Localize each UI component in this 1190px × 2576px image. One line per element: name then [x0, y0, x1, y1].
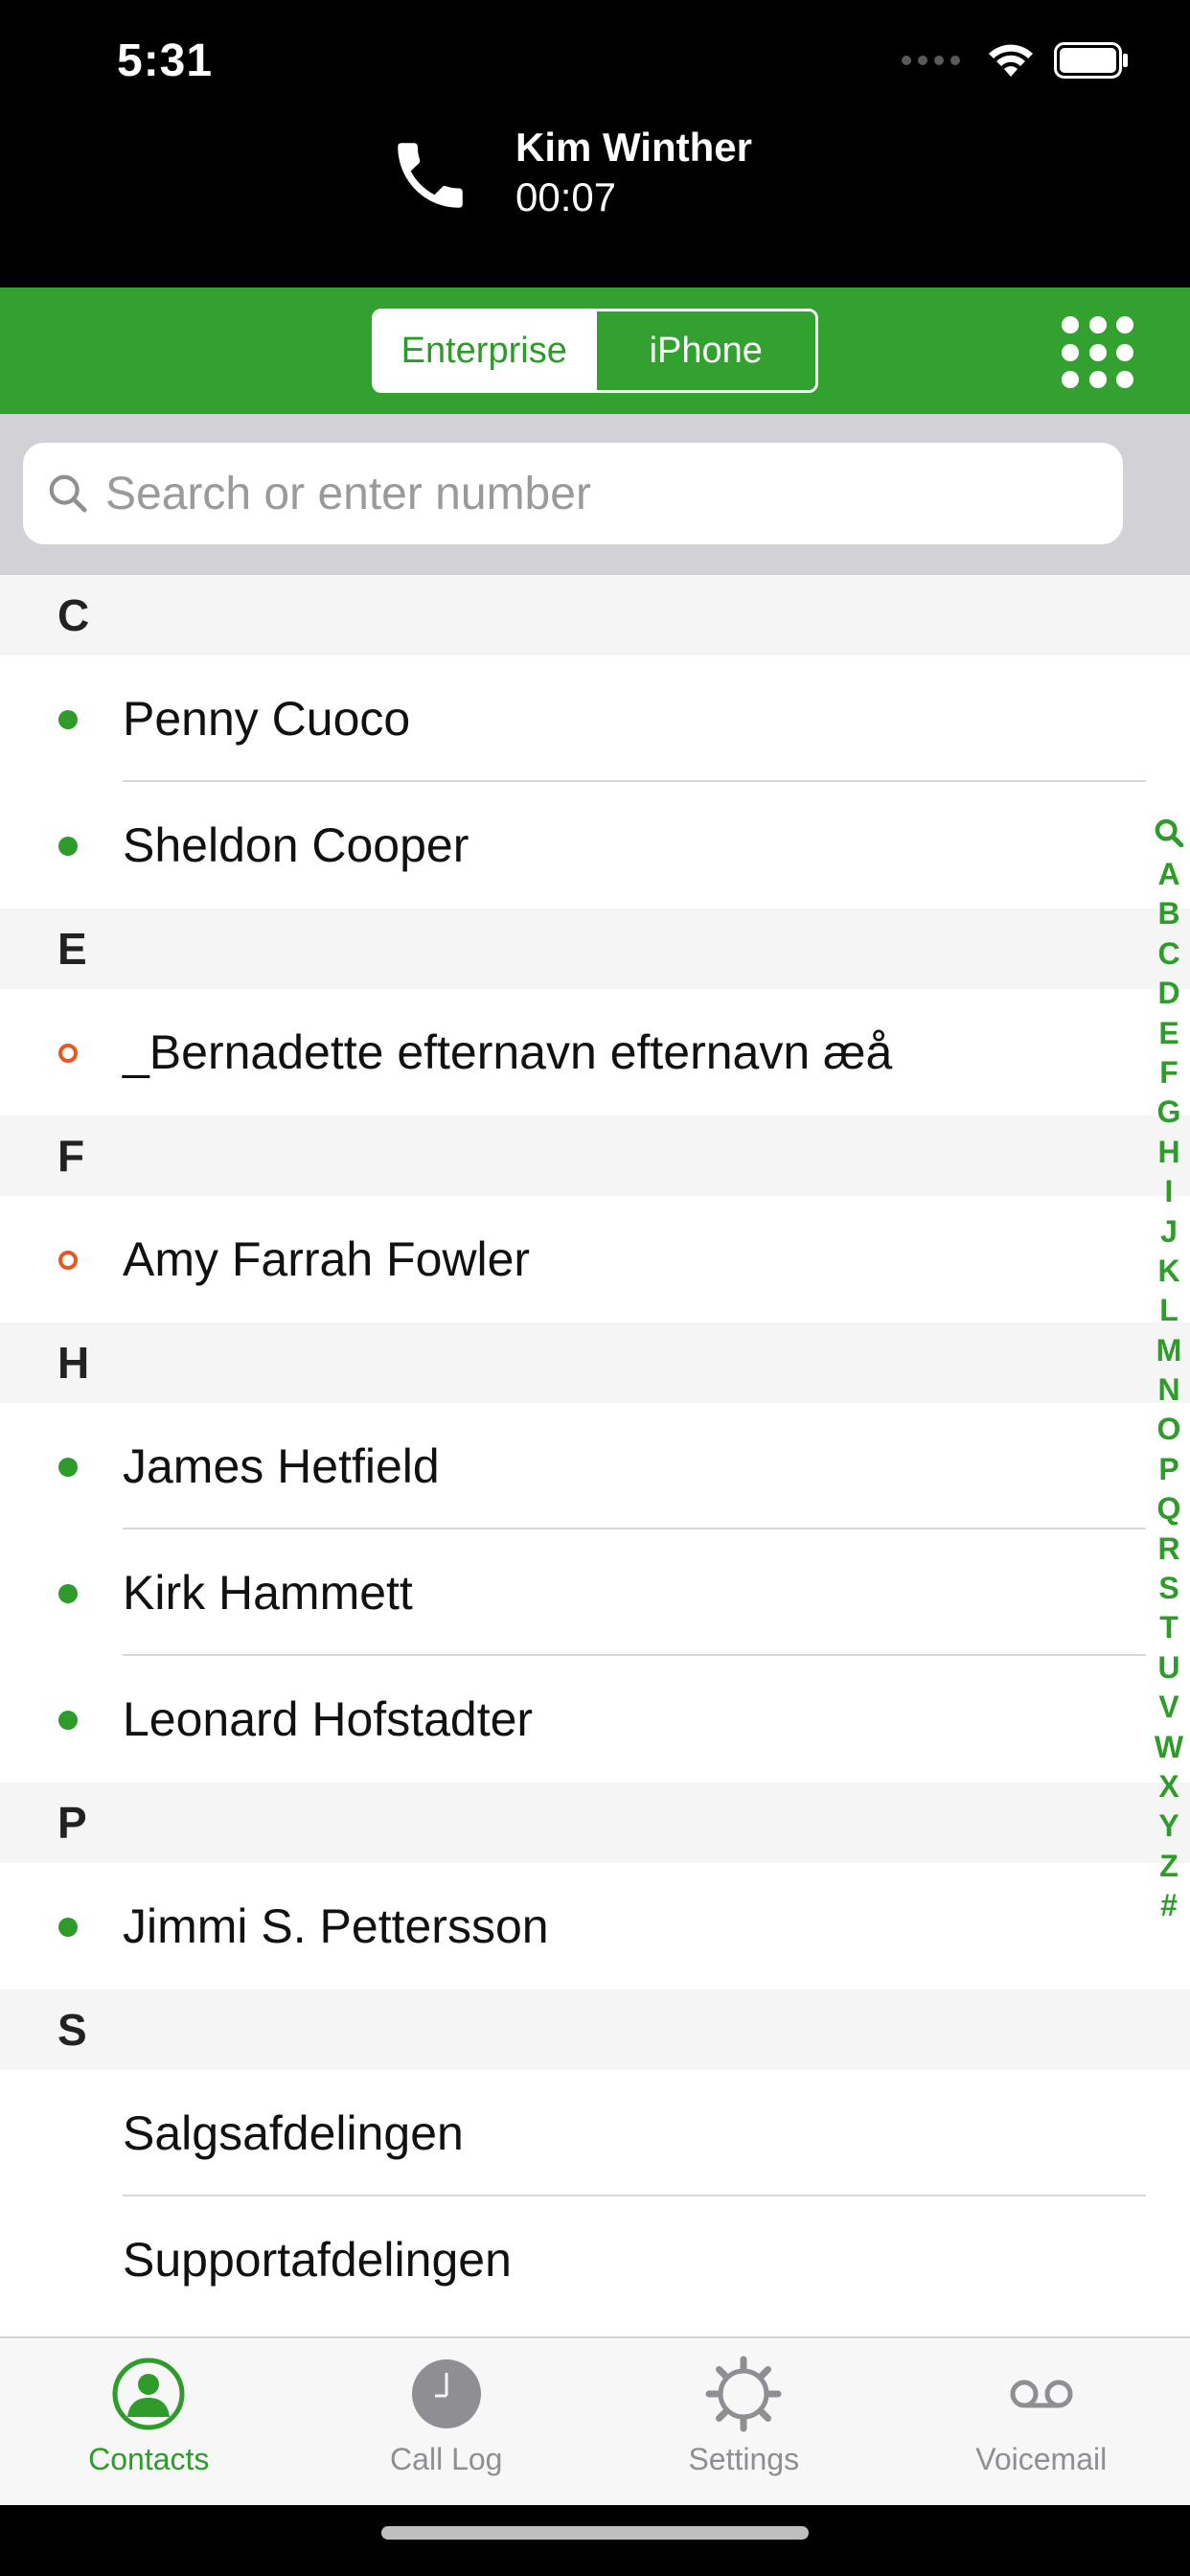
index-letter[interactable]: Z: [1159, 1847, 1179, 1886]
index-letter[interactable]: Y: [1158, 1806, 1179, 1846]
presence-offline-icon: [58, 1044, 78, 1063]
presence-online-icon: [58, 837, 78, 856]
contact-name: Salgsafdelingen: [123, 2106, 464, 2160]
contacts-icon: [112, 2358, 185, 2430]
contact-name: _Bernadette efternavn efternavn æå: [123, 1025, 893, 1079]
search-input[interactable]: [105, 467, 1064, 520]
contact-list[interactable]: C Penny Cuoco Sheldon Cooper E _Bernadet…: [0, 575, 1190, 2336]
index-search-icon[interactable]: [1153, 815, 1185, 851]
presence-online-icon: [58, 1711, 78, 1730]
index-letter[interactable]: T: [1159, 1608, 1179, 1647]
keypad-icon[interactable]: [1062, 316, 1134, 389]
contact-name: James Hetfield: [123, 1439, 440, 1493]
presence-offline-icon: [58, 1251, 78, 1270]
home-indicator[interactable]: [381, 2526, 809, 2540]
battery-icon: [1054, 42, 1128, 79]
contact-row[interactable]: Supportafdelingen: [0, 2196, 1190, 2323]
section-header: S: [0, 1990, 1190, 2070]
segment-enterprise[interactable]: Enterprise: [375, 311, 594, 390]
contact-name: Jimmi S. Pettersson: [123, 1899, 549, 1953]
home-indicator-area: [0, 2505, 1190, 2576]
contact-name: Supportafdelingen: [123, 2233, 512, 2287]
index-letter[interactable]: O: [1157, 1410, 1181, 1449]
tab-label: Contacts: [88, 2442, 210, 2476]
contact-name: Penny Cuoco: [123, 692, 411, 746]
index-letter[interactable]: K: [1157, 1252, 1179, 1291]
search-icon: [49, 474, 87, 513]
presence-online-icon: [58, 1918, 78, 1937]
call-duration: 00:07: [515, 174, 617, 219]
index-letter[interactable]: C: [1157, 934, 1179, 974]
contact-row[interactable]: Kirk Hammett: [0, 1530, 1190, 1656]
status-icons: [902, 42, 1129, 79]
section-header: P: [0, 1782, 1190, 1863]
index-letter[interactable]: S: [1158, 1569, 1179, 1608]
contact-name: Kirk Hammett: [123, 1566, 413, 1620]
section-header: E: [0, 908, 1190, 989]
tab-call-log[interactable]: Call Log: [298, 2338, 596, 2505]
index-letter[interactable]: X: [1158, 1767, 1179, 1806]
phone-icon: [398, 143, 463, 208]
index-letter[interactable]: #: [1160, 1886, 1178, 1925]
wifi-icon: [989, 44, 1033, 77]
index-letter[interactable]: W: [1155, 1728, 1183, 1767]
presence-online-icon: [58, 1584, 78, 1603]
contact-row[interactable]: _Bernadette efternavn efternavn æå: [0, 989, 1190, 1116]
navigation-bar: Enterprise iPhone: [0, 288, 1190, 414]
tab-label: Call Log: [390, 2442, 503, 2476]
gear-icon: [705, 2356, 782, 2432]
contact-row[interactable]: Jimmi S. Pettersson: [0, 1863, 1190, 1990]
segment-iphone[interactable]: iPhone: [593, 311, 815, 390]
contact-name: Leonard Hofstadter: [123, 1692, 534, 1746]
contact-row[interactable]: Sheldon Cooper: [0, 782, 1190, 908]
contact-row[interactable]: Leonard Hofstadter: [0, 1656, 1190, 1782]
index-letter[interactable]: L: [1159, 1291, 1179, 1330]
cellular-signal-icon: [902, 56, 960, 65]
tab-settings[interactable]: Settings: [595, 2338, 893, 2505]
index-letter[interactable]: E: [1158, 1014, 1179, 1053]
directory-segmented-control: Enterprise iPhone: [372, 309, 818, 393]
index-letter[interactable]: N: [1157, 1370, 1179, 1410]
index-letter[interactable]: A: [1157, 855, 1179, 894]
presence-online-icon: [58, 710, 78, 729]
index-letter[interactable]: B: [1157, 894, 1179, 933]
index-letter[interactable]: I: [1165, 1172, 1174, 1211]
search-area: [0, 414, 1190, 575]
index-letter[interactable]: F: [1159, 1053, 1179, 1092]
index-letter[interactable]: D: [1157, 974, 1179, 1013]
index-letter[interactable]: R: [1157, 1530, 1179, 1569]
section-header: H: [0, 1322, 1190, 1403]
index-letter[interactable]: Q: [1157, 1489, 1181, 1529]
index-letter[interactable]: M: [1156, 1331, 1182, 1370]
contact-row[interactable]: James Hetfield: [0, 1403, 1190, 1530]
voicemail-icon: [1010, 2380, 1073, 2408]
index-letter[interactable]: V: [1158, 1688, 1179, 1727]
section-header: F: [0, 1116, 1190, 1196]
index-letter[interactable]: J: [1160, 1212, 1178, 1252]
section-index-bar[interactable]: A B C D E F G H I J K L M N O P Q R S T U V W X Y Z #: [1154, 815, 1184, 1926]
section-header: C: [0, 575, 1190, 656]
active-call-banner[interactable]: Kim Winther 00:07: [0, 105, 1190, 288]
tab-label: Voicemail: [975, 2442, 1108, 2476]
index-letter[interactable]: G: [1157, 1092, 1181, 1132]
search-box[interactable]: [23, 443, 1123, 544]
index-letter[interactable]: P: [1158, 1450, 1179, 1489]
presence-online-icon: [58, 1458, 78, 1477]
tab-label: Settings: [688, 2442, 800, 2476]
contact-row[interactable]: Penny Cuoco: [0, 656, 1190, 782]
call-contact-name: Kim Winther: [515, 125, 752, 170]
contact-row[interactable]: Salgsafdelingen: [0, 2070, 1190, 2196]
index-letter[interactable]: H: [1157, 1133, 1179, 1172]
clock-icon: [411, 2359, 481, 2428]
contact-row[interactable]: Amy Farrah Fowler: [0, 1196, 1190, 1322]
index-letter[interactable]: U: [1157, 1648, 1179, 1688]
tab-voicemail[interactable]: Voicemail: [893, 2338, 1190, 2505]
status-time: 5:31: [117, 35, 214, 86]
contact-name: Sheldon Cooper: [123, 818, 469, 872]
tab-contacts[interactable]: Contacts: [0, 2338, 298, 2505]
contact-name: Amy Farrah Fowler: [123, 1232, 531, 1286]
tab-bar: Contacts Call Log Settings Voicemail: [0, 2336, 1190, 2505]
